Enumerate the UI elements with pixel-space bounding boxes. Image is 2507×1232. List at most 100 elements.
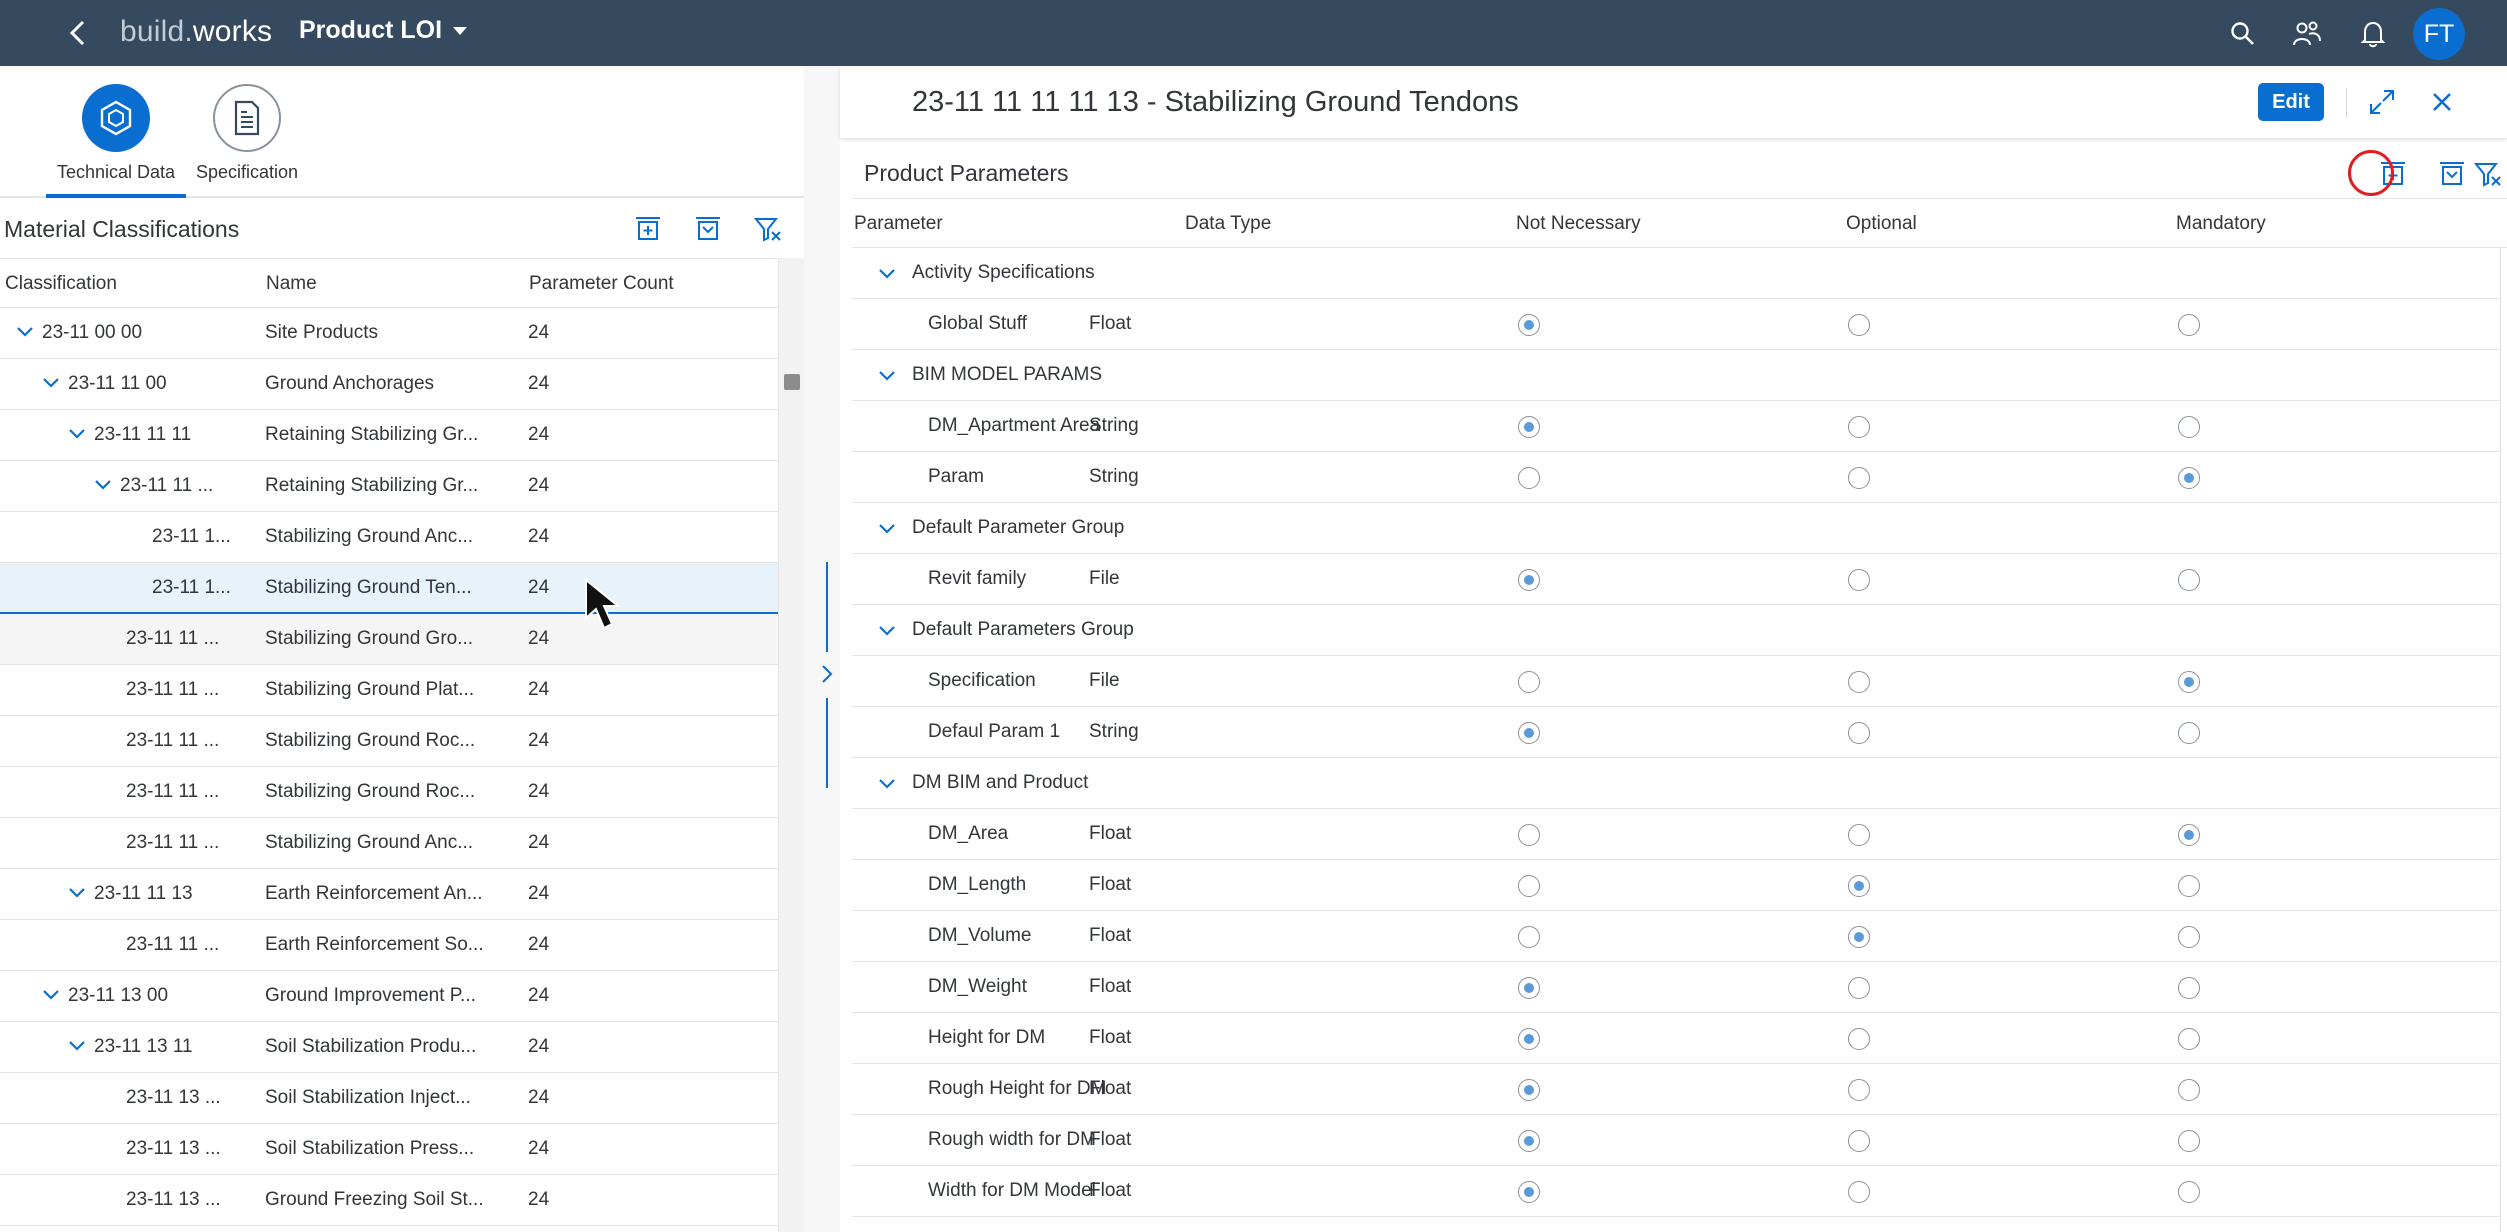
tree-toggle[interactable] xyxy=(42,373,62,395)
not-necessary-radio[interactable] xyxy=(1518,314,1540,336)
parameter-row[interactable]: Defaul Param 1 String xyxy=(852,707,2507,758)
group-row[interactable]: Default Parameters Group xyxy=(852,605,2507,656)
parameter-row[interactable]: Width for DM Model Float xyxy=(852,1166,2507,1217)
table-row[interactable]: 23-11 11 ... Stabilizing Ground Anc... 24 xyxy=(0,818,778,869)
chevron-down-icon[interactable] xyxy=(42,989,60,1001)
tree-toggle[interactable] xyxy=(94,475,114,497)
optional-radio[interactable] xyxy=(1848,1079,1870,1101)
parameter-row[interactable]: DM_Apartment Area String xyxy=(852,401,2507,452)
column-header-not-necessary[interactable]: Not Necessary xyxy=(1516,213,1641,235)
column-header-data-type[interactable]: Data Type xyxy=(1185,213,1271,235)
column-header-classification[interactable]: Classification xyxy=(5,273,117,295)
collapse-all-button[interactable] xyxy=(688,209,728,249)
not-necessary-radio[interactable] xyxy=(1518,467,1540,489)
mandatory-radio[interactable] xyxy=(2178,875,2200,897)
expand-all-button[interactable] xyxy=(628,209,668,249)
chevron-down-icon[interactable] xyxy=(68,428,86,440)
mandatory-radio[interactable] xyxy=(2178,722,2200,744)
parameter-row[interactable]: DM_Weight Float xyxy=(852,962,2507,1013)
optional-radio[interactable] xyxy=(1848,1130,1870,1152)
mandatory-radio[interactable] xyxy=(2178,824,2200,846)
clear-parameter-filter-button[interactable] xyxy=(2470,154,2506,194)
column-header-mandatory[interactable]: Mandatory xyxy=(2176,213,2266,235)
not-necessary-radio[interactable] xyxy=(1518,926,1540,948)
group-toggle[interactable] xyxy=(878,366,898,386)
group-row[interactable]: Activity Specifications xyxy=(852,248,2507,299)
optional-radio[interactable] xyxy=(1848,1181,1870,1203)
mandatory-radio[interactable] xyxy=(2178,671,2200,693)
group-toggle[interactable] xyxy=(878,621,898,641)
optional-radio[interactable] xyxy=(1848,824,1870,846)
tree-toggle[interactable] xyxy=(68,424,88,446)
table-row[interactable]: 23-11 11 00 Ground Anchorages 24 xyxy=(0,359,778,410)
group-row[interactable]: BIM MODEL PARAMS xyxy=(852,350,2507,401)
not-necessary-radio[interactable] xyxy=(1518,1181,1540,1203)
parameter-row[interactable]: DM_Volume Float xyxy=(852,911,2507,962)
table-row[interactable]: 23-11 1... Stabilizing Ground Ten... 24 xyxy=(0,563,778,614)
column-header-name[interactable]: Name xyxy=(266,273,317,295)
chevron-down-icon[interactable] xyxy=(68,887,86,899)
optional-radio[interactable] xyxy=(1848,977,1870,999)
not-necessary-radio[interactable] xyxy=(1518,722,1540,744)
table-row[interactable]: 23-11 13 ... Soil Stabilization Press... 2… xyxy=(0,1124,778,1175)
optional-radio[interactable] xyxy=(1848,671,1870,693)
avatar[interactable]: FT xyxy=(2413,8,2465,60)
app-brand[interactable]: build.works xyxy=(120,15,272,49)
not-necessary-radio[interactable] xyxy=(1518,1130,1540,1152)
parameter-row[interactable]: Global Stuff Float xyxy=(852,299,2507,350)
table-row[interactable]: 23-11 1... Stabilizing Ground Anc... 24 xyxy=(0,512,778,563)
not-necessary-radio[interactable] xyxy=(1518,1028,1540,1050)
optional-radio[interactable] xyxy=(1848,467,1870,489)
table-row[interactable]: 23-11 13 ... Ground Freezing Soil St... 24 xyxy=(0,1175,778,1226)
mandatory-radio[interactable] xyxy=(2178,416,2200,438)
tree-toggle[interactable] xyxy=(68,883,88,905)
notifications-button[interactable] xyxy=(2356,17,2390,51)
collapse-parameters-button[interactable] xyxy=(2432,154,2472,194)
column-header-optional[interactable]: Optional xyxy=(1846,213,1917,235)
not-necessary-radio[interactable] xyxy=(1518,824,1540,846)
close-button[interactable] xyxy=(2424,84,2460,120)
table-row[interactable]: 23-11 11 ... Earth Reinforcement So... 24 xyxy=(0,920,778,971)
table-row[interactable]: 23-11 13 11 Soil Stabilization Produ... 24 xyxy=(0,1022,778,1073)
parameter-row[interactable]: DM_Length Float xyxy=(852,860,2507,911)
parameter-row[interactable]: Param String xyxy=(852,452,2507,503)
chevron-down-icon[interactable] xyxy=(42,377,60,389)
not-necessary-radio[interactable] xyxy=(1518,671,1540,693)
mandatory-radio[interactable] xyxy=(2178,569,2200,591)
tab-technical-data[interactable]: Technical Data xyxy=(46,84,186,198)
table-row[interactable]: 23-11 13 00 Ground Improvement P... 24 xyxy=(0,971,778,1022)
mandatory-radio[interactable] xyxy=(2178,467,2200,489)
scrollbar-thumb[interactable] xyxy=(784,374,800,390)
parameter-row[interactable]: Revit family File xyxy=(852,554,2507,605)
chevron-down-icon[interactable] xyxy=(68,1040,86,1052)
group-toggle[interactable] xyxy=(878,519,898,539)
clear-filter-button[interactable] xyxy=(748,209,788,249)
not-necessary-radio[interactable] xyxy=(1518,977,1540,999)
parameter-row[interactable]: Rough Height for DM Float xyxy=(852,1064,2507,1115)
group-row[interactable]: Default Parameter Group xyxy=(852,503,2507,554)
not-necessary-radio[interactable] xyxy=(1518,416,1540,438)
table-row[interactable]: 23-11 11 ... Stabilizing Ground Gro... 24 xyxy=(0,614,778,665)
mandatory-radio[interactable] xyxy=(2178,1181,2200,1203)
optional-radio[interactable] xyxy=(1848,1028,1870,1050)
optional-radio[interactable] xyxy=(1848,926,1870,948)
not-necessary-radio[interactable] xyxy=(1518,875,1540,897)
mandatory-radio[interactable] xyxy=(2178,1028,2200,1050)
mandatory-radio[interactable] xyxy=(2178,1079,2200,1101)
table-row[interactable]: 23-11 11 ... Stabilizing Ground Roc... 24 xyxy=(0,767,778,818)
table-row[interactable]: 23-11 11 ... Stabilizing Ground Roc... 24 xyxy=(0,716,778,767)
table-row[interactable]: 23-11 13 ... Soil Stabilization Inject...… xyxy=(0,1073,778,1124)
mandatory-radio[interactable] xyxy=(2178,926,2200,948)
tree-toggle[interactable] xyxy=(16,322,36,344)
optional-radio[interactable] xyxy=(1848,314,1870,336)
group-row[interactable]: DM BIM and Product xyxy=(852,758,2507,809)
optional-radio[interactable] xyxy=(1848,416,1870,438)
table-row[interactable]: 23-11 11 ... Stabilizing Ground Plat... 24 xyxy=(0,665,778,716)
parameters-table-scrollbar[interactable] xyxy=(2500,248,2507,1232)
back-button[interactable] xyxy=(62,17,94,49)
not-necessary-radio[interactable] xyxy=(1518,569,1540,591)
expand-panel-button[interactable] xyxy=(818,662,836,686)
optional-radio[interactable] xyxy=(1848,875,1870,897)
optional-radio[interactable] xyxy=(1848,722,1870,744)
chevron-down-icon[interactable] xyxy=(16,326,34,338)
